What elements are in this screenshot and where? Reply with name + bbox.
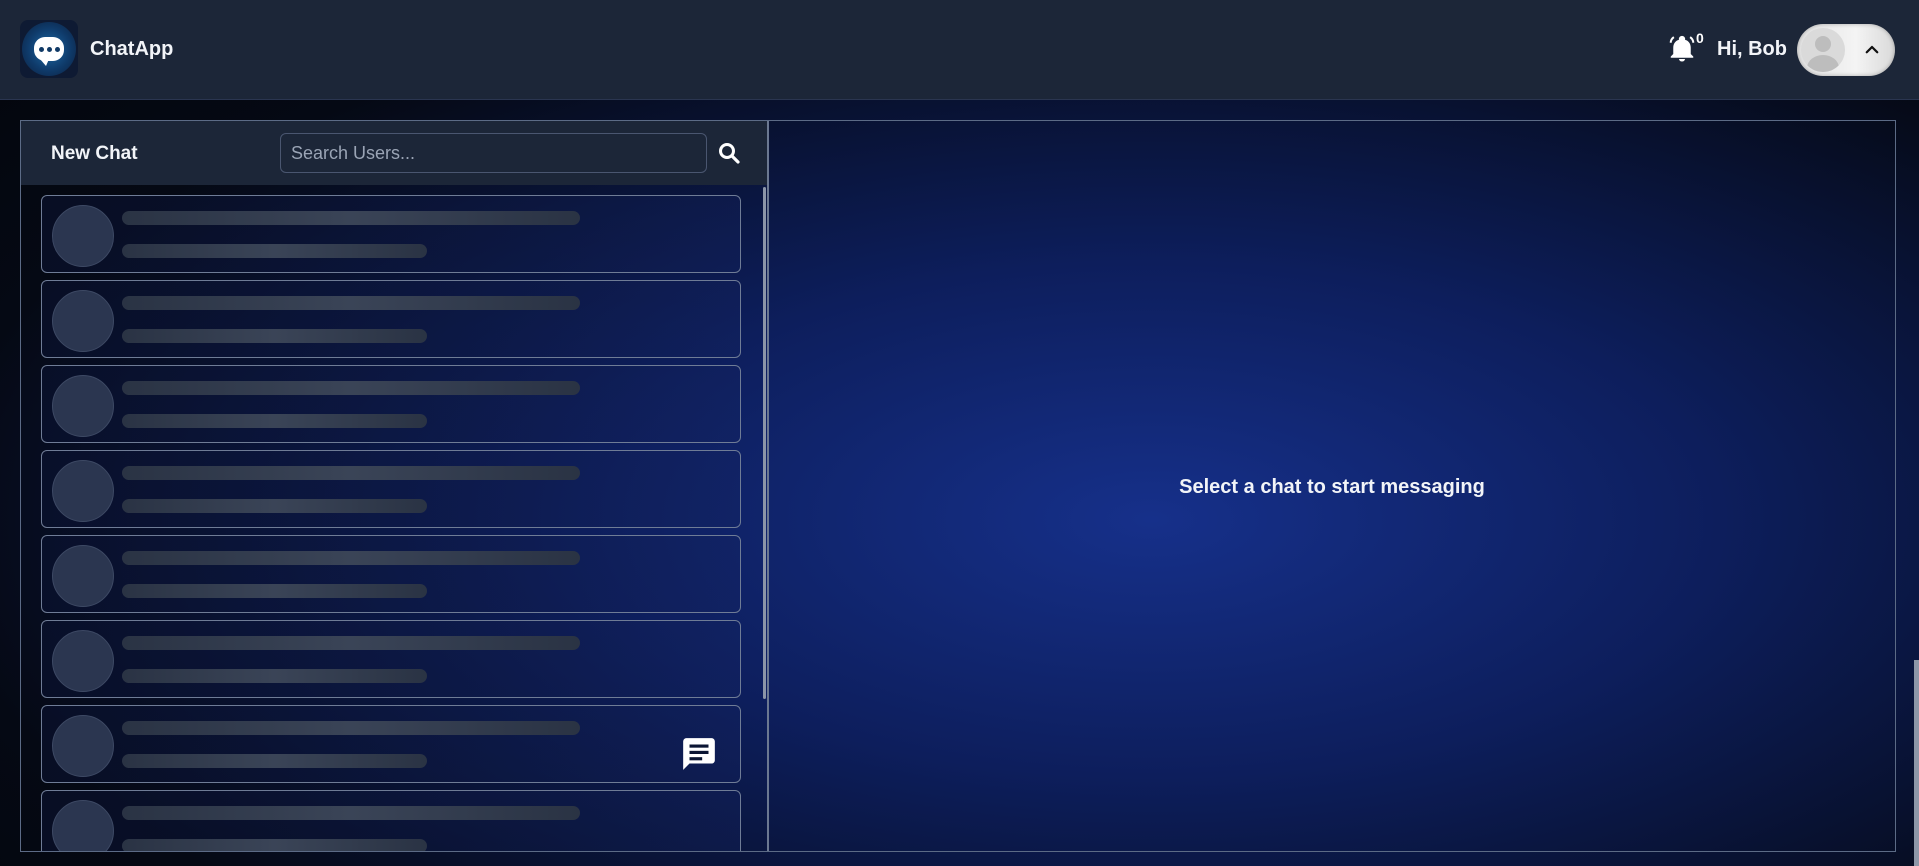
chat-list-item-skeleton: [41, 365, 741, 443]
message-icon[interactable]: [680, 735, 718, 773]
chat-list: [21, 185, 767, 851]
chat-list-item-skeleton: [41, 535, 741, 613]
chat-list-item-skeleton: [41, 450, 741, 528]
app-title[interactable]: ChatApp: [90, 38, 173, 61]
chat-list-scrollbar[interactable]: [763, 187, 766, 699]
chat-list-item-skeleton: [41, 280, 741, 358]
user-avatar-icon: [1801, 28, 1845, 72]
notification-count-badge: 0: [1696, 30, 1704, 46]
new-chat-button[interactable]: New Chat: [51, 143, 138, 165]
chat-panel: New Chat Select a chat to start messagin…: [20, 120, 1896, 852]
chat-list-item-skeleton: [41, 620, 741, 698]
page-scrollbar[interactable]: [1914, 660, 1919, 866]
conversation-area: Select a chat to start messaging: [769, 121, 1895, 851]
chevron-up-icon: [1865, 45, 1879, 54]
top-navbar: ChatApp 0 Hi, Bob: [0, 0, 1919, 100]
chat-list-item-skeleton: [41, 705, 741, 783]
search-users-input[interactable]: [280, 133, 707, 173]
profile-menu-toggle[interactable]: [1797, 24, 1895, 76]
sidebar-header: New Chat: [21, 121, 767, 185]
chat-list-item-skeleton: [41, 790, 741, 851]
user-greeting: Hi, Bob: [1717, 38, 1787, 60]
chat-list-item-skeleton: [41, 195, 741, 273]
search-icon[interactable]: [717, 141, 741, 165]
bell-icon[interactable]: [1667, 34, 1697, 64]
chat-list-sidebar: New Chat: [21, 121, 769, 851]
chat-bubble-logo-icon[interactable]: [20, 20, 78, 78]
empty-state-message: Select a chat to start messaging: [1179, 476, 1485, 498]
